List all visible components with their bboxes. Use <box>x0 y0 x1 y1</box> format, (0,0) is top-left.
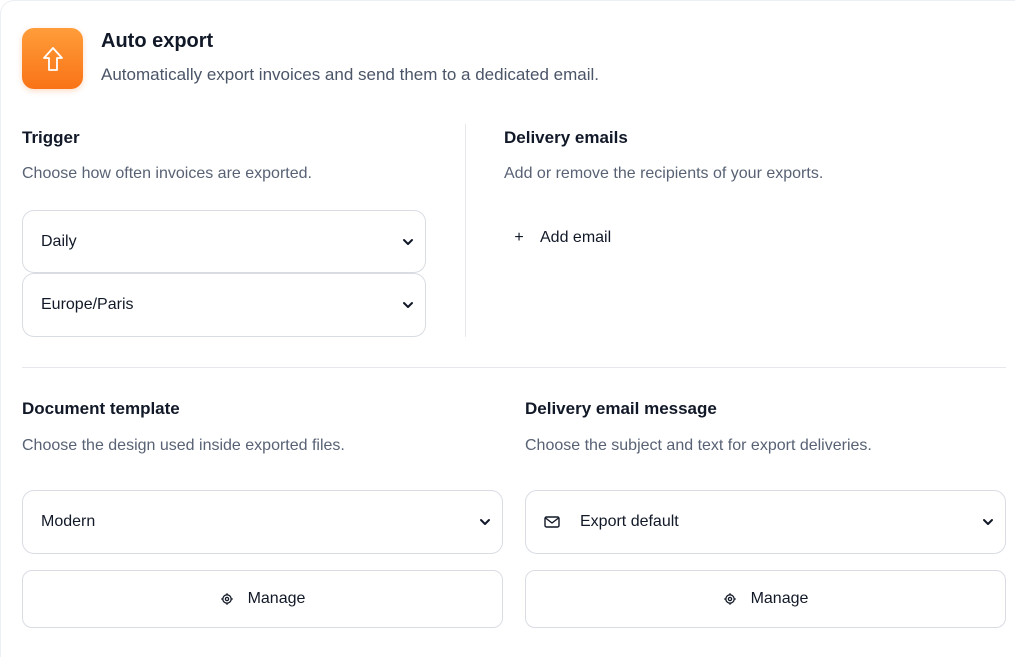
template-value: Modern <box>41 513 96 530</box>
message-select[interactable]: Export default <box>525 490 1006 554</box>
chevron-down-icon <box>983 519 993 525</box>
delivery-emails-heading: Delivery emails <box>504 128 628 147</box>
chevron-down-icon <box>403 302 413 308</box>
chevron-down-icon <box>480 519 490 525</box>
manage-message-label: Manage <box>750 590 809 607</box>
horizontal-divider <box>22 367 1006 368</box>
gear-icon <box>220 593 233 605</box>
add-email-button[interactable]: + Add email <box>512 229 611 247</box>
timezone-value: Europe/Paris <box>41 296 134 313</box>
gear-icon <box>723 593 736 605</box>
page-subtitle: Automatically export invoices and send t… <box>101 65 599 84</box>
trigger-heading: Trigger <box>22 128 80 147</box>
trigger-description: Choose how often invoices are exported. <box>22 165 312 182</box>
document-template-description: Choose the design used inside exported f… <box>22 437 345 454</box>
message-value: Export default <box>580 513 679 530</box>
add-email-label: Add email <box>540 229 612 246</box>
upload-arrow-icon <box>22 28 83 89</box>
manage-message-button[interactable]: Manage <box>525 570 1006 628</box>
delivery-message-heading: Delivery email message <box>525 399 717 418</box>
plus-icon: + <box>514 229 524 246</box>
manage-template-button[interactable]: Manage <box>22 570 503 628</box>
delivery-emails-description: Add or remove the recipients of your exp… <box>504 165 824 182</box>
frequency-value: Daily <box>41 232 77 250</box>
delivery-message-description: Choose the subject and text for export d… <box>525 437 872 454</box>
page-title: Auto export <box>101 30 214 52</box>
chevron-down-icon <box>403 238 413 245</box>
vertical-divider <box>465 124 466 337</box>
manage-template-label: Manage <box>247 590 306 607</box>
frequency-select[interactable]: Daily <box>22 210 426 273</box>
template-select[interactable]: Modern <box>22 490 503 554</box>
timezone-select[interactable]: Europe/Paris <box>22 273 426 337</box>
document-template-heading: Document template <box>22 399 180 418</box>
mail-icon <box>544 516 560 528</box>
